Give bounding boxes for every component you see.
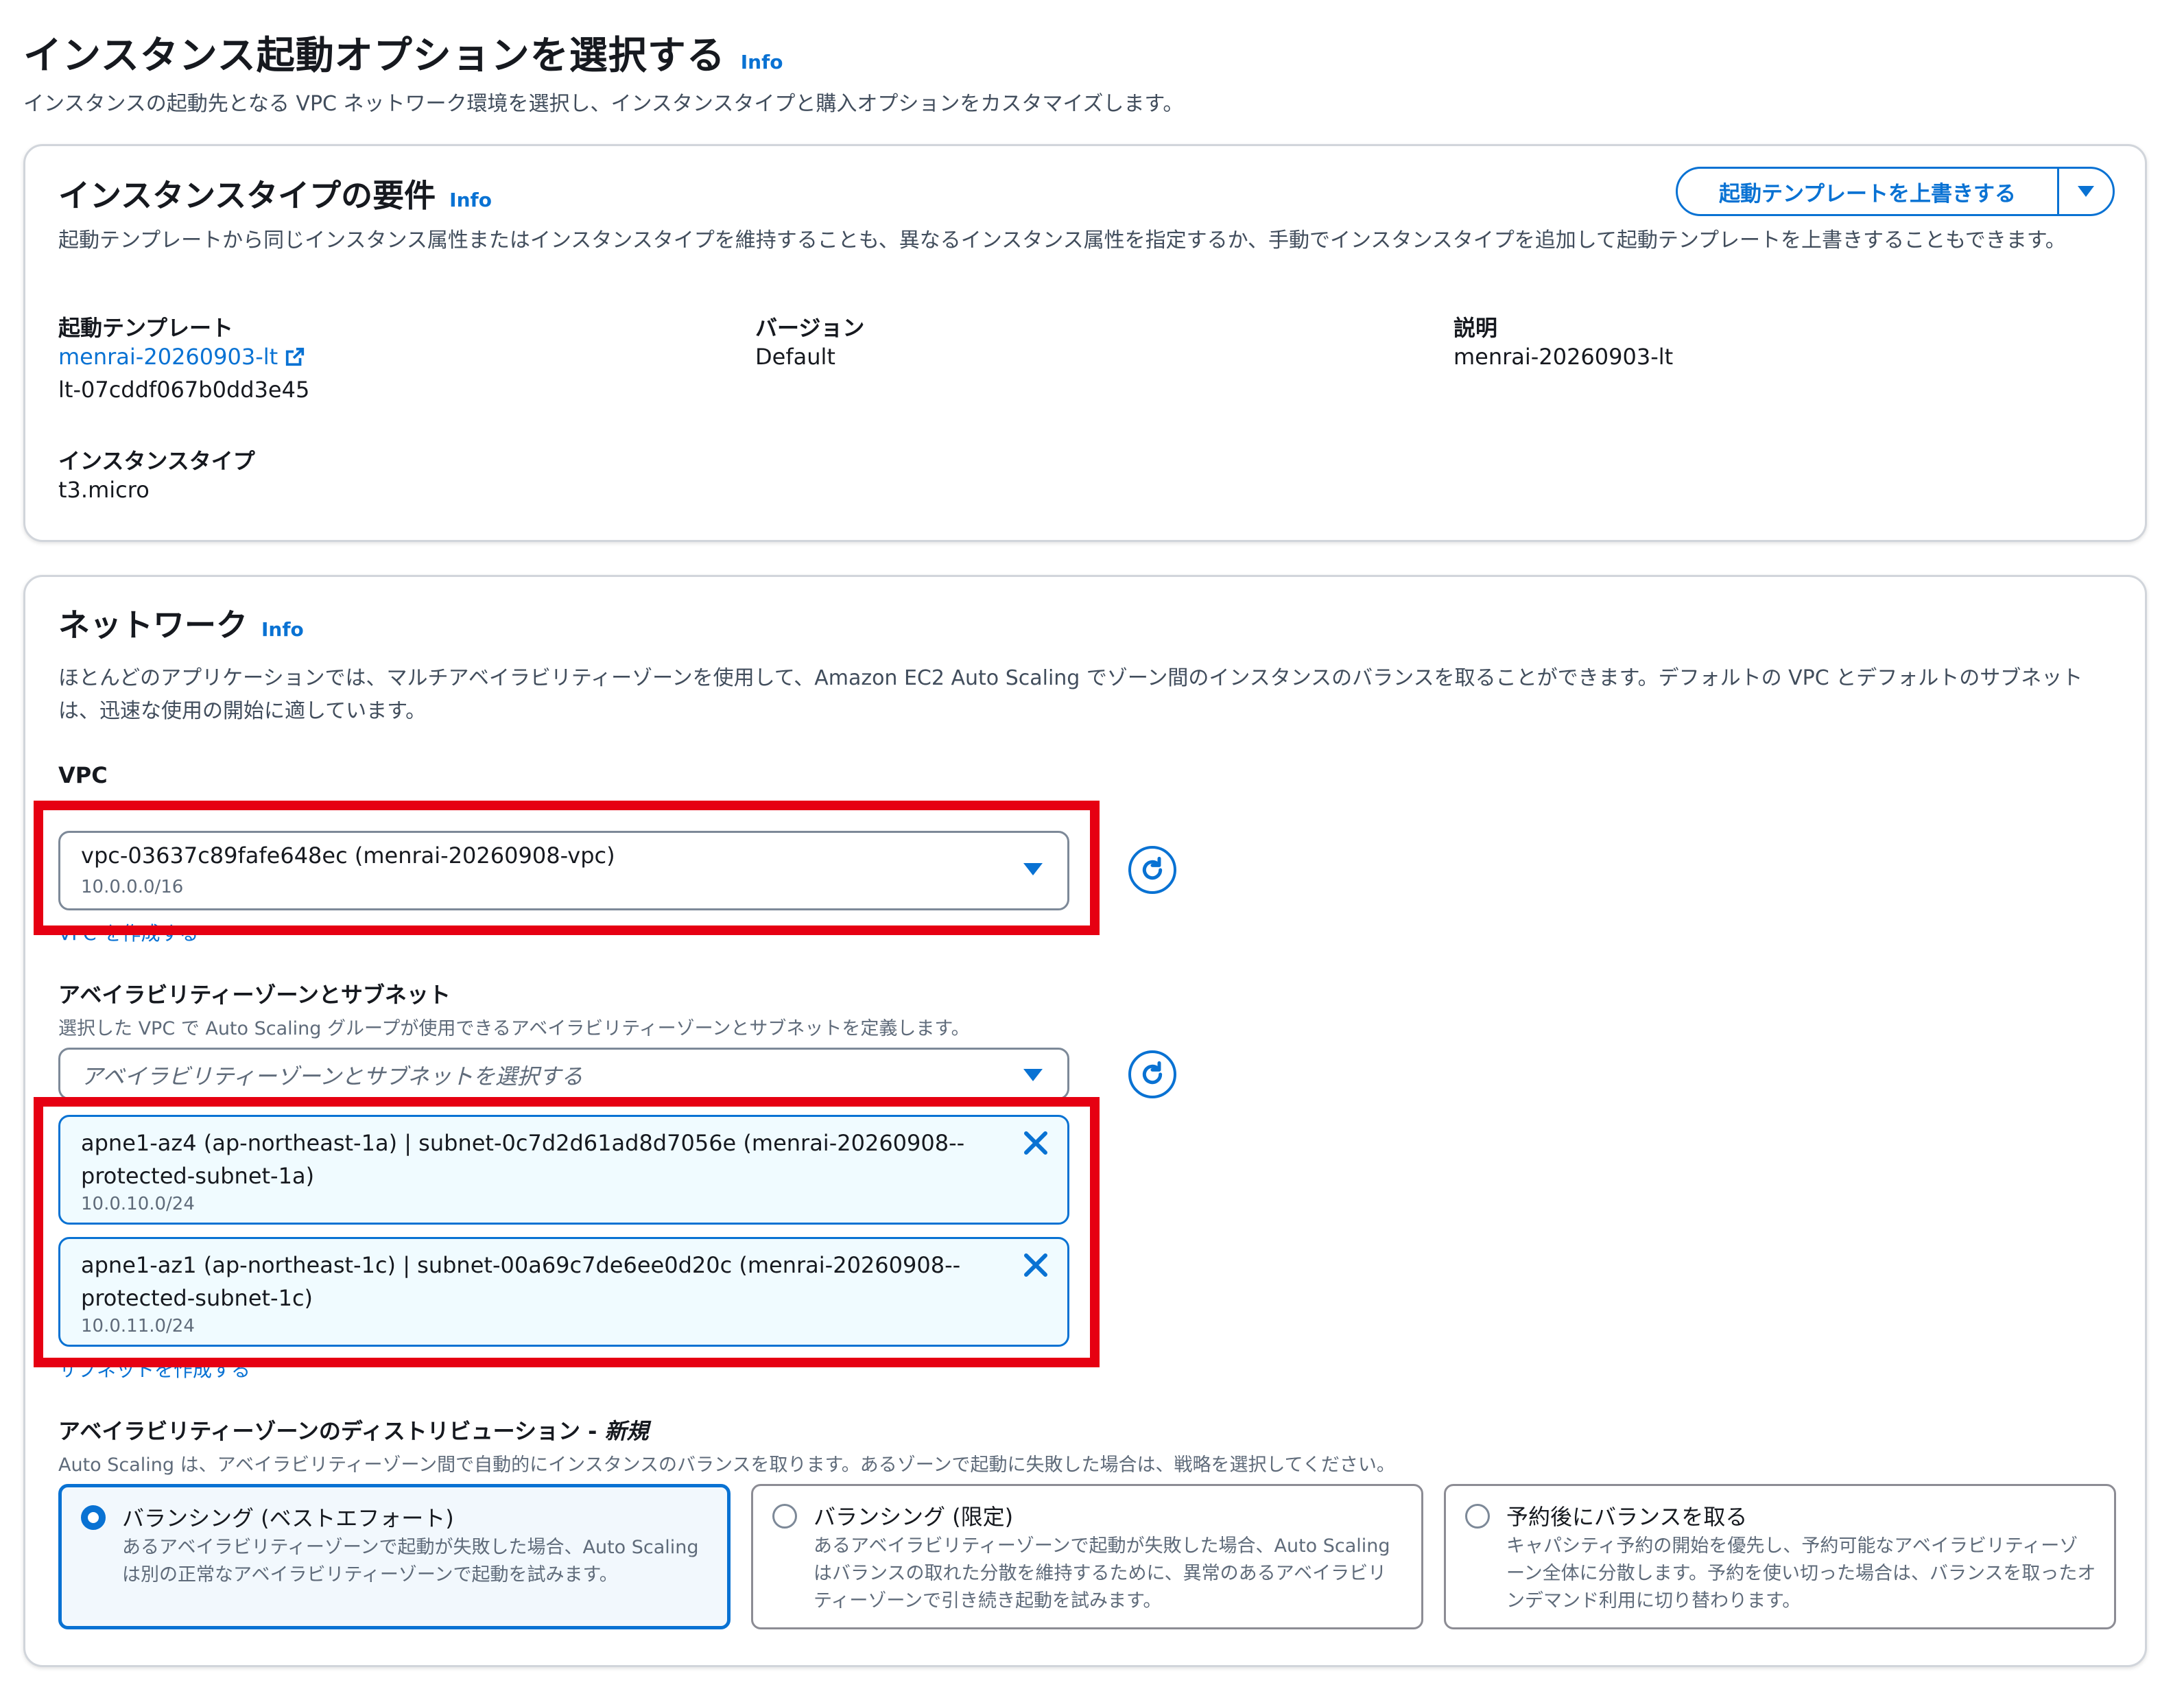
option-description: あるアベイラビリティーゾーンで起動が失敗した場合、Auto Scaling は別… [122, 1537, 699, 1585]
page-info-link[interactable]: Info [741, 51, 783, 73]
distribution-label: アベイラビリティーゾーンのディストリビューション - 新規 [58, 1414, 649, 1446]
instance-requirements-panel: インスタンスタイプの要件 Info 起動テンプレートを上書きする 起動テンプレー… [23, 144, 2147, 542]
instance-requirements-info-link[interactable]: Info [449, 189, 492, 211]
distribution-option-balanced-only[interactable]: バランシング (限定) あるアベイラビリティーゾーンで起動が失敗した場合、Aut… [751, 1484, 1423, 1629]
override-template-split-button: 起動テンプレートを上書きする [1676, 167, 2115, 216]
instance-requirements-description: 起動テンプレートから同じインスタンス属性またはインスタンスタイプを維持することも… [58, 228, 2066, 252]
az-subnet-hint: 選択した VPC で Auto Scaling グループが使用できるアベイラビリ… [58, 1018, 970, 1039]
distribution-new-badge: 新規 [604, 1418, 649, 1444]
version-value: Default [755, 344, 835, 370]
radio-button[interactable] [772, 1504, 797, 1529]
external-link-icon [286, 347, 305, 366]
vpc-refresh-button[interactable] [1128, 846, 1176, 894]
instance-requirements-title-text: インスタンスタイプの要件 [58, 177, 436, 214]
vpc-label: VPC [58, 762, 108, 788]
network-title-text: ネットワーク [58, 606, 248, 644]
page-description: インスタンスの起動先となる VPC ネットワーク環境を選択し、インスタンスタイプ… [23, 92, 1184, 116]
instance-type-label: インスタンスタイプ [58, 448, 255, 474]
option-title: バランシング (ベストエフォート) [122, 1505, 454, 1531]
network-info-link[interactable]: Info [261, 618, 304, 641]
instance-requirements-title: インスタンスタイプの要件 Info [58, 171, 492, 216]
page-title-text: インスタンス起動オプションを選択する [23, 34, 726, 78]
refresh-icon [1142, 856, 1163, 880]
radio-button[interactable] [81, 1505, 106, 1530]
distribution-option-balance-after-reservation[interactable]: 予約後にバランスを取る キャパシティ予約の開始を優先し、予約可能なアベイラビリテ… [1444, 1484, 2116, 1629]
override-template-button[interactable]: 起動テンプレートを上書きする [1678, 169, 2059, 214]
option-description: あるアベイラビリティーゾーンで起動が失敗した場合、Auto Scaling はバ… [814, 1535, 1390, 1612]
option-description: キャパシティ予約の開始を優先し、予約可能なアベイラビリティーゾーン全体に分散しま… [1506, 1535, 2096, 1612]
distribution-label-text: アベイラビリティーゾーンのディストリビューション - [58, 1418, 605, 1444]
vpc-highlight-box [34, 801, 1100, 935]
instance-type-value: t3.micro [58, 477, 150, 503]
version-label: バージョン [755, 315, 865, 341]
option-title: バランシング (限定) [814, 1504, 1014, 1530]
launch-template-link-text: menrai-20260903-lt [58, 344, 278, 370]
az-subnet-placeholder: アベイラビリティーゾーンとサブネットを選択する [81, 1063, 583, 1089]
network-panel: ネットワーク Info ほとんどのアプリケーションでは、マルチアベイラビリティー… [23, 575, 2147, 1667]
az-subnet-select[interactable]: アベイラビリティーゾーンとサブネットを選択する [58, 1048, 1069, 1100]
az-subnet-label: アベイラビリティーゾーンとサブネット [58, 982, 451, 1008]
network-description: ほとんどのアプリケーションでは、マルチアベイラビリティーゾーンを使用して、Ama… [58, 666, 2083, 723]
refresh-icon [1142, 1061, 1163, 1085]
caret-down-icon [2078, 186, 2094, 197]
subnet-highlight-box [34, 1097, 1100, 1367]
network-title: ネットワーク Info [58, 600, 304, 646]
launch-template-label: 起動テンプレート [58, 315, 234, 341]
subnet-refresh-button[interactable] [1128, 1050, 1176, 1098]
description-label: 説明 [1453, 315, 1498, 341]
distribution-hint: Auto Scaling は、アベイラビリティーゾーン間で自動的にインスタンスの… [58, 1454, 1395, 1476]
description-value: menrai-20260903-lt [1453, 344, 1674, 370]
radio-button[interactable] [1465, 1504, 1490, 1529]
option-title: 予約後にバランスを取る [1506, 1504, 1748, 1530]
launch-template-id: lt-07cddf067b0dd3e45 [58, 377, 310, 403]
page-title: インスタンス起動オプションを選択する Info [23, 25, 783, 80]
launch-template-link[interactable]: menrai-20260903-lt [58, 344, 305, 370]
override-template-dropdown-button[interactable] [2059, 169, 2113, 214]
distribution-option-balanced-best-effort[interactable]: バランシング (ベストエフォート) あるアベイラビリティーゾーンで起動が失敗した… [58, 1484, 731, 1629]
caret-down-icon [1023, 1069, 1043, 1081]
